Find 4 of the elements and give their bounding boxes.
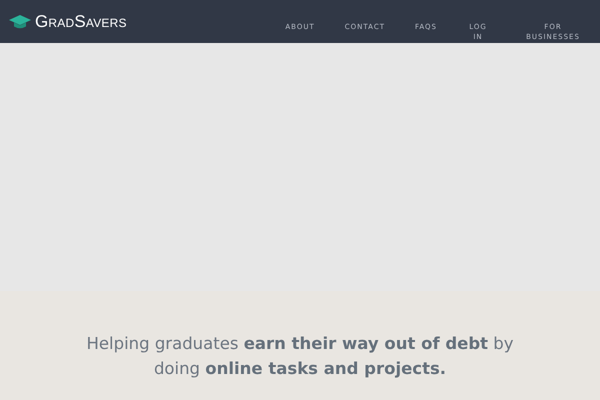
logo[interactable]: GradSavers <box>9 12 127 32</box>
graduation-cap-icon <box>9 14 31 28</box>
logo-text: GradSavers <box>35 12 127 32</box>
tagline: Helping graduates earn their way out of debt by doing online tasks and projects. <box>85 333 515 380</box>
